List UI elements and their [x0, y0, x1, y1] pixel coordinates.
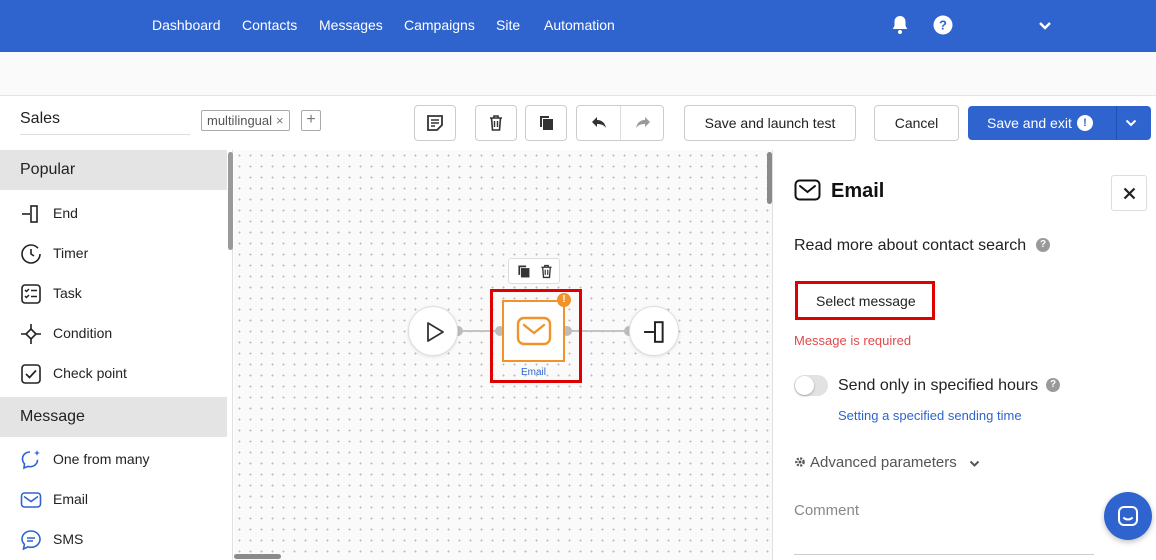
copy-icon[interactable]: [515, 263, 532, 280]
nav-contacts[interactable]: Contacts: [242, 17, 297, 33]
save-and-launch-test-button[interactable]: Save and launch test: [684, 105, 856, 141]
comment-input[interactable]: Comment: [794, 502, 859, 519]
palette-item-label: Task: [53, 285, 82, 301]
palette-item-email[interactable]: Email: [0, 479, 227, 519]
chevron-down-icon[interactable]: [1033, 13, 1057, 37]
help-icon[interactable]: ?: [931, 13, 955, 37]
condition-icon: [21, 324, 41, 344]
undo-button[interactable]: [577, 106, 621, 140]
palette-item-one-from-many[interactable]: One from many: [0, 439, 227, 479]
block-palette: Popular End Timer Task Condition Check p…: [0, 150, 233, 560]
trash-icon: [490, 115, 502, 131]
nav-messages[interactable]: Messages: [319, 17, 383, 33]
palette-item-label: Timer: [53, 245, 89, 261]
advanced-parameters-toggle[interactable]: Advanced parameters: [794, 454, 980, 471]
duplicate-button[interactable]: [525, 105, 567, 141]
advanced-parameters-label: Advanced parameters: [810, 454, 957, 471]
message-required-error: Message is required: [794, 333, 912, 348]
chevron-down-icon: [969, 460, 980, 467]
email-node[interactable]: [502, 300, 565, 362]
redo-icon: [636, 117, 650, 128]
svg-text:?: ?: [939, 18, 947, 33]
panel-title: Email: [831, 180, 885, 202]
chat-widget-button[interactable]: [1104, 492, 1152, 540]
select-message-button[interactable]: Select message: [795, 281, 935, 320]
task-icon: [21, 284, 41, 304]
palette-item-label: One from many: [53, 451, 150, 467]
timer-icon: [21, 244, 41, 264]
help-icon[interactable]: ?: [1036, 238, 1050, 252]
split-divider: [1116, 106, 1117, 140]
nav-site[interactable]: Site: [496, 17, 520, 33]
palette-item-sms[interactable]: SMS: [0, 519, 227, 559]
palette-item-condition[interactable]: Condition: [0, 313, 227, 353]
nav-campaigns[interactable]: Campaigns: [404, 17, 475, 33]
history-button-group: [576, 105, 664, 141]
email-icon: [20, 492, 42, 508]
workflow-name-input[interactable]: Sales: [20, 110, 60, 128]
palette-item-label: End: [53, 205, 78, 221]
cancel-button[interactable]: Cancel: [874, 105, 959, 141]
email-node-label: Email: [520, 367, 546, 378]
play-icon: [427, 322, 444, 342]
end-node[interactable]: [629, 306, 679, 356]
workflow-canvas[interactable]: ! Email: [234, 150, 772, 560]
node-action-bar: [508, 258, 560, 284]
read-more-link[interactable]: Read more about contact search: [794, 237, 1026, 255]
sub-header-bar: [0, 52, 1156, 96]
delete-button[interactable]: [475, 105, 517, 141]
nav-automation[interactable]: Automation: [544, 17, 615, 33]
palette-item-task[interactable]: Task: [0, 273, 227, 313]
copy-icon: [540, 116, 553, 130]
send-hours-label: Send only in specified hours: [838, 377, 1039, 394]
palette-item-label: Email: [53, 491, 89, 507]
warning-icon: !: [1077, 115, 1093, 131]
close-panel-button[interactable]: [1111, 175, 1147, 211]
sending-time-link[interactable]: Setting a specified sending time: [838, 408, 1022, 423]
trash-icon[interactable]: [538, 263, 555, 280]
palette-item-timer[interactable]: Timer: [0, 233, 227, 273]
help-icon[interactable]: ?: [1046, 378, 1060, 392]
editor-toolbar: Sales multilingual × + Save and launch t…: [0, 96, 1156, 150]
gear-icon: [795, 457, 805, 467]
node-warning-badge: !: [557, 293, 571, 307]
palette-item-check-point[interactable]: Check point: [0, 353, 227, 393]
sparkle-chat-icon: [21, 450, 40, 470]
top-navigation-bar: Dashboard Contacts Messages Campaigns Si…: [0, 0, 1156, 52]
palette-item-end[interactable]: End: [0, 193, 227, 233]
tag-label: multilingual: [207, 113, 273, 128]
end-icon: [22, 205, 38, 223]
undo-icon: [591, 117, 606, 128]
checkpoint-icon: [21, 364, 41, 384]
bell-icon[interactable]: [888, 13, 912, 37]
palette-scrollbar[interactable]: [228, 152, 233, 250]
palette-item-label: Check point: [53, 365, 127, 381]
workflow-name-underline: [20, 134, 190, 135]
save-and-exit-button[interactable]: Save and exit !: [968, 106, 1151, 140]
properties-panel: Email Read more about contact search ? S…: [772, 150, 1156, 560]
add-tag-button[interactable]: +: [301, 110, 321, 131]
chat-icon: [1118, 506, 1138, 526]
start-node[interactable]: [408, 306, 458, 356]
note-button[interactable]: [414, 105, 456, 141]
save-and-exit-label: Save and exit: [987, 115, 1072, 131]
tag-remove-icon[interactable]: ×: [276, 113, 284, 128]
redo-button[interactable]: [621, 106, 665, 140]
palette-section-popular: Popular: [0, 150, 227, 190]
send-hours-toggle[interactable]: [794, 375, 828, 396]
palette-section-message: Message: [0, 397, 227, 437]
email-icon: [516, 316, 552, 346]
palette-item-label: SMS: [53, 531, 84, 547]
tag-chip[interactable]: multilingual ×: [201, 110, 290, 131]
canvas-horizontal-scrollbar[interactable]: [234, 554, 281, 559]
email-icon: [794, 179, 821, 201]
close-icon: [1123, 187, 1136, 200]
end-icon: [644, 321, 664, 343]
sms-icon: [21, 530, 41, 551]
comment-underline: [794, 554, 1094, 555]
note-icon: [427, 115, 443, 131]
nav-dashboard[interactable]: Dashboard: [152, 17, 221, 33]
chevron-down-icon[interactable]: [1125, 116, 1137, 130]
palette-item-label: Condition: [53, 325, 113, 341]
